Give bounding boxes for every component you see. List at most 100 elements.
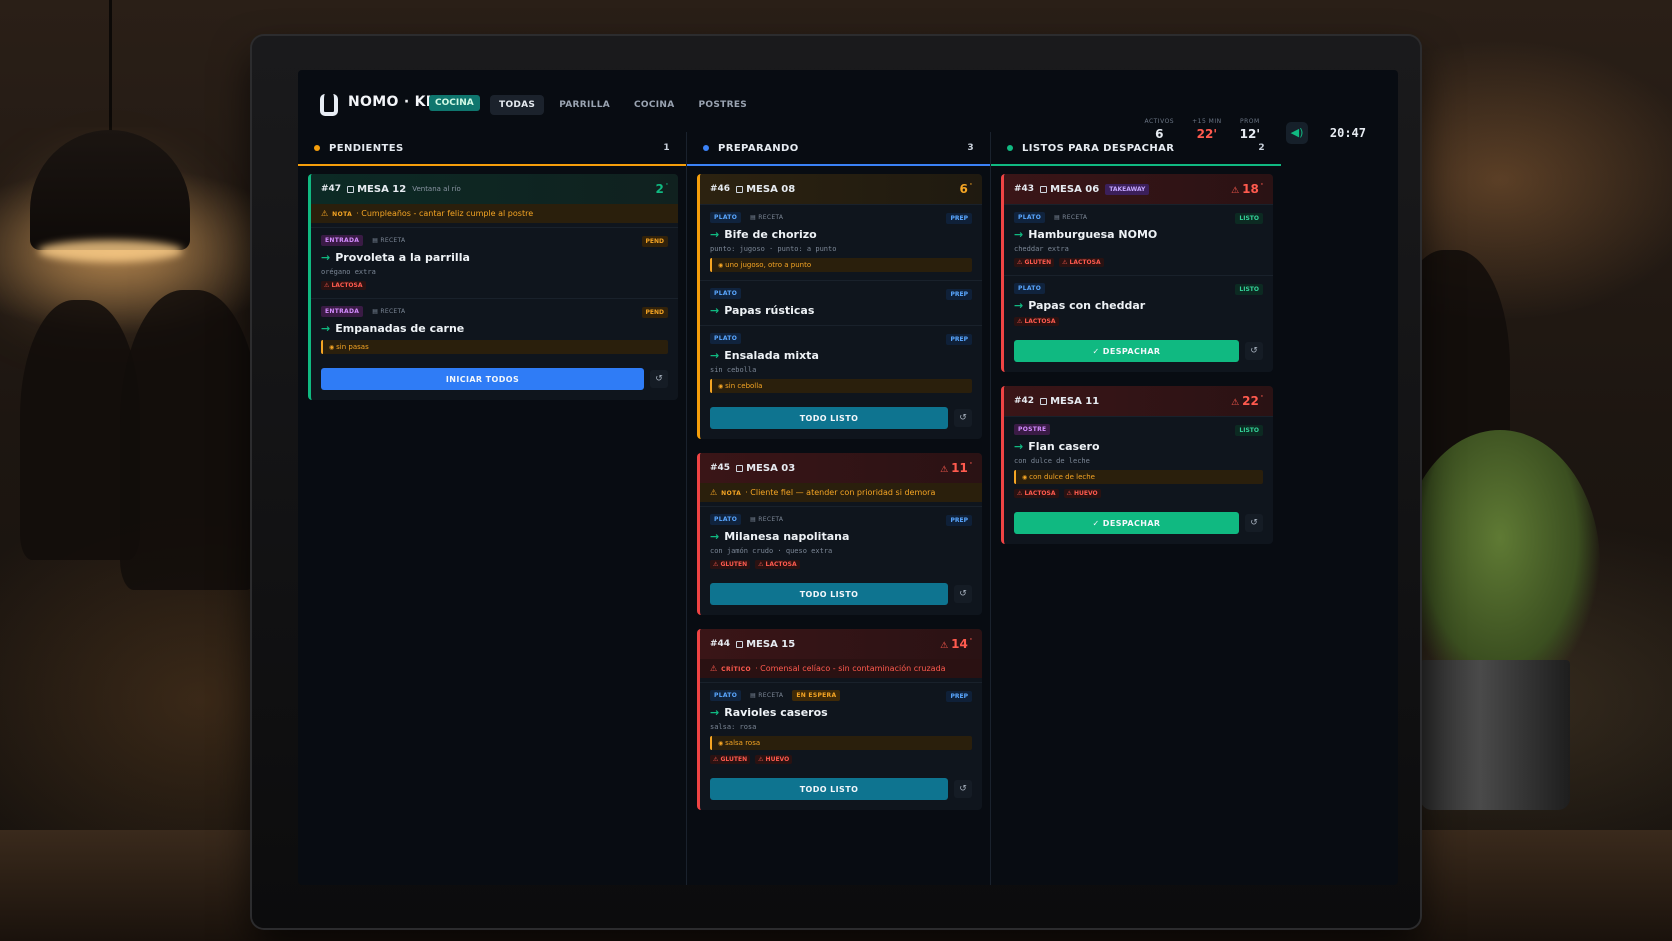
item-modifiers: punto: jugoso · punto: a punto <box>710 245 837 253</box>
kds-screen: NOMO · KDS COCINA TODAS PARRILLA COCINA … <box>298 70 1398 885</box>
recipe-link[interactable]: ▤ RECETA <box>746 514 787 525</box>
item-state-badge: PREP <box>946 213 972 224</box>
item-tags: PLATO ▤ RECETA <box>710 514 972 525</box>
tab-todas[interactable]: TODAS <box>490 95 545 115</box>
order-item[interactable]: PLATO ▤ RECETA EN ESPERA PREP → Ravioles case… <box>700 682 982 772</box>
order-item[interactable]: PLATO LISTO → Papas con cheddar ⚠ LACTOSA <box>1004 275 1273 334</box>
ticket-action-button[interactable]: TODO LISTO <box>710 583 948 605</box>
table-name: MESA 06 <box>1050 183 1100 195</box>
warning-icon: ⚠ <box>710 664 718 673</box>
allergen-list: ⚠ GLUTEN ⚠ HUEVO <box>710 755 972 764</box>
item-state-badge: LISTO <box>1235 213 1263 224</box>
item-label: Papas rústicas <box>724 304 815 317</box>
allergen-badge: ⚠ LACTOSA <box>321 281 366 290</box>
undo-icon[interactable]: ↺ <box>650 370 668 388</box>
recipe-link[interactable]: ▤ RECETA <box>746 690 787 701</box>
allergen-badge: ⚠ GLUTEN <box>1014 258 1055 267</box>
note-label: NOTA <box>721 490 742 497</box>
item-label: Milanesa napolitana <box>724 530 850 543</box>
arrow-icon: → <box>710 530 720 543</box>
item-tags: PLATO ▤ RECETA <box>1014 212 1263 223</box>
note-text: Comensal celíaco - sin contaminación cru… <box>760 664 946 673</box>
allergen-list: ⚠ LACTOSA <box>1014 317 1263 326</box>
category-tag: PLATO <box>710 212 742 223</box>
item-tags: ENTRADA ▤ RECETA <box>321 306 668 317</box>
order-item[interactable]: ENTRADA ▤ RECETA PEND → Provoleta a la parri… <box>311 227 678 298</box>
arrow-icon: → <box>1014 440 1024 453</box>
item-name: → Bife de chorizo <box>710 228 972 241</box>
allergen-badge: ⚠ GLUTEN <box>710 560 751 569</box>
column-title: PREPARANDO <box>718 142 799 154</box>
recipe-link[interactable]: ▤ RECETA <box>368 235 409 246</box>
order-ticket[interactable]: #45 MESA 03 ⚠ 11 ' ⚠ NOTA · Cliente fiel — aten… <box>697 453 982 615</box>
column-header: PENDIENTES 1 <box>298 132 686 164</box>
order-ticket[interactable]: #43 MESA 06 TAKEAWAY ⚠ 18 ' PLATO ▤ RECETA LISTO… <box>1001 174 1273 372</box>
tab-parrilla[interactable]: PARRILLA <box>550 95 619 115</box>
ticket-action-button[interactable]: INICIAR TODOS <box>321 368 644 390</box>
order-item[interactable]: PLATO ▤ RECETA PREP → Milanesa napolitana con… <box>700 506 982 577</box>
ticket-action-button[interactable]: ✓ DESPACHAR <box>1014 512 1239 534</box>
order-ticket[interactable]: #44 MESA 15 ⚠ 14 ' ⚠ CRÍTICO · Comensal celíaco… <box>697 629 982 810</box>
note-text: Cumpleaños - cantar feliz cumple al post… <box>361 209 534 218</box>
item-name: → Papas rústicas <box>710 304 972 317</box>
arrow-icon: → <box>710 349 720 362</box>
item-tags: PLATO <box>710 288 972 299</box>
ticket-action-button[interactable]: ✓ DESPACHAR <box>1014 340 1239 362</box>
item-modifiers: con jamón crudo · queso extra <box>710 547 833 555</box>
stat-label: ACTIVOS <box>1144 118 1175 125</box>
recipe-link[interactable]: ▤ RECETA <box>746 212 787 223</box>
table-icon <box>736 464 744 472</box>
timer-unit: ' <box>969 637 972 645</box>
ticket-note: ⚠ NOTA · Cliente fiel — atender con priori… <box>700 483 982 502</box>
item-modifiers: sin cebolla <box>710 366 757 374</box>
item-tags: POSTRE <box>1014 424 1263 435</box>
table-name: MESA 08 <box>746 183 796 195</box>
order-ticket[interactable]: #42 MESA 11 ⚠ 22 ' POSTRE LISTO → Flan casero con… <box>1001 386 1273 544</box>
undo-icon[interactable]: ↺ <box>954 409 972 427</box>
tab-cocina[interactable]: COCINA <box>625 95 684 115</box>
warning-icon: ⚠ <box>1231 398 1240 408</box>
undo-icon[interactable]: ↺ <box>1245 342 1263 360</box>
ticket-action-button[interactable]: TODO LISTO <box>710 778 948 800</box>
lamp-glow <box>38 240 183 262</box>
undo-icon[interactable]: ↺ <box>954 585 972 603</box>
order-timer: 2 ' <box>655 182 668 196</box>
item-note: uno jugoso, otro a punto <box>710 258 972 272</box>
category-tag: PLATO <box>710 333 742 344</box>
warning-icon: ⚠ <box>1231 186 1240 196</box>
order-item[interactable]: PLATO PREP → Ensalada mixta sin cebolla sin c… <box>700 325 982 401</box>
order-item[interactable]: PLATO ▤ RECETA LISTO → Hamburguesa NOMO chedd… <box>1004 204 1273 275</box>
undo-icon[interactable]: ↺ <box>1245 514 1263 532</box>
pendant-lamp <box>30 130 190 250</box>
ticket-header: #43 MESA 06 TAKEAWAY ⚠ 18 ' <box>1004 174 1273 204</box>
item-name: → Milanesa napolitana <box>710 530 972 543</box>
tab-postres[interactable]: POSTRES <box>690 95 757 115</box>
order-item[interactable]: POSTRE LISTO → Flan casero con dulce de lech… <box>1004 416 1273 506</box>
ticket-actions: ✓ DESPACHAR ↺ <box>1004 506 1273 544</box>
order-timer: ⚠ 11 ' <box>940 461 972 475</box>
timer-unit: ' <box>665 182 668 190</box>
undo-icon[interactable]: ↺ <box>954 780 972 798</box>
category-tag: PLATO <box>1014 212 1046 223</box>
ticket-header: #44 MESA 15 ⚠ 14 ' <box>700 629 982 659</box>
item-label: Bife de chorizo <box>724 228 817 241</box>
column-count: 2 <box>1258 143 1265 153</box>
lamp-cord <box>109 0 112 135</box>
timer-value: 11 <box>951 461 968 475</box>
speaker-icon[interactable]: ◀) <box>1286 122 1308 144</box>
category-tag: POSTRE <box>1014 424 1051 435</box>
order-item[interactable]: ENTRADA ▤ RECETA PEND → Empanadas de carne si… <box>311 298 678 362</box>
ticket-action-button[interactable]: TODO LISTO <box>710 407 948 429</box>
allergen-badge: ⚠ LACTOSA <box>1059 258 1104 267</box>
clock: 20:47 <box>1329 126 1366 140</box>
item-name: → Papas con cheddar <box>1014 299 1263 312</box>
ticket-header: #42 MESA 11 ⚠ 22 ' <box>1004 386 1273 416</box>
order-item[interactable]: PLATO PREP → Papas rústicas <box>700 280 982 325</box>
table-icon <box>347 185 355 193</box>
warning-icon: ⚠ <box>710 488 718 497</box>
order-item[interactable]: PLATO ▤ RECETA PREP → Bife de chorizo punto: … <box>700 204 982 280</box>
order-ticket[interactable]: #46 MESA 08 6 ' PLATO ▤ RECETA PREP → Bife de ch… <box>697 174 982 439</box>
order-ticket[interactable]: #47 MESA 12 Ventana al río 2 ' ⚠ NOTA · Cumplea… <box>308 174 678 400</box>
recipe-link[interactable]: ▤ RECETA <box>368 306 409 317</box>
recipe-link[interactable]: ▤ RECETA <box>1050 212 1091 223</box>
